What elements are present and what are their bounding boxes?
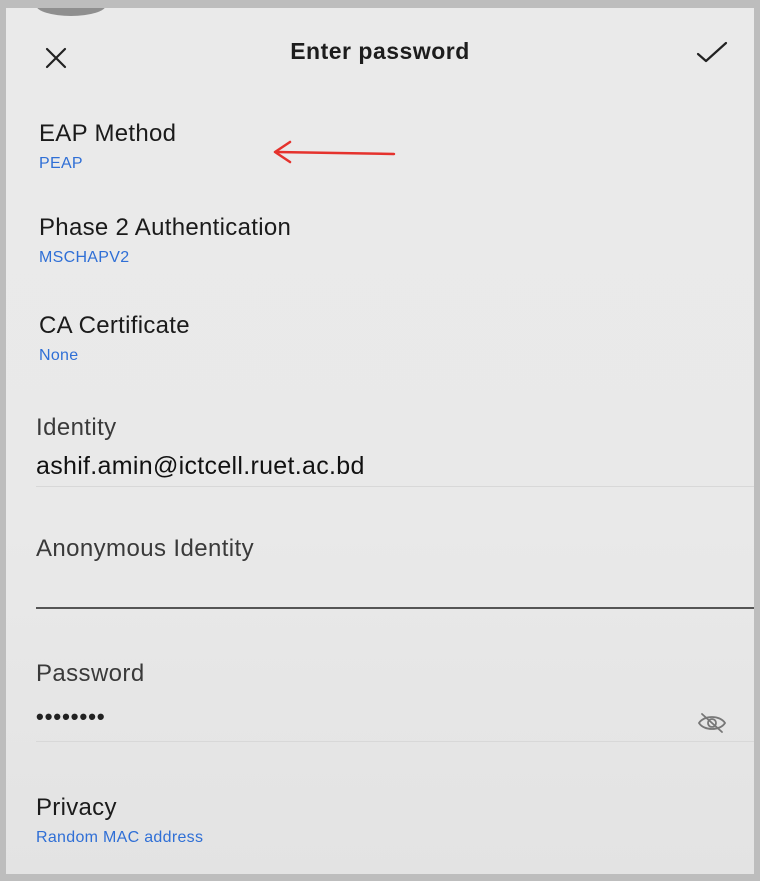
ca-certificate-label: CA Certificate: [39, 312, 190, 339]
password-input[interactable]: ••••••••: [36, 704, 754, 730]
anonymous-identity-underline: [36, 607, 754, 609]
confirm-button[interactable]: [690, 32, 734, 72]
checkmark-icon: [696, 41, 728, 63]
privacy-label: Privacy: [36, 794, 117, 821]
privacy-value: Random MAC address: [36, 829, 204, 846]
arrow-left-icon: [273, 140, 396, 164]
password-field[interactable]: Password ••••••••: [36, 660, 754, 730]
header-bar: Enter password: [6, 8, 754, 98]
privacy-setting[interactable]: Privacy Random MAC address: [36, 794, 754, 847]
anonymous-identity-field[interactable]: Anonymous Identity: [36, 535, 754, 573]
wifi-eap-settings-screen: Enter password EAP Method PEAP Phase 2 A…: [6, 8, 754, 874]
identity-underline: [36, 486, 754, 487]
password-underline: [36, 741, 754, 742]
anonymous-identity-label: Anonymous Identity: [36, 535, 254, 562]
identity-label: Identity: [36, 414, 117, 441]
identity-input[interactable]: ashif.amin@ictcell.ruet.ac.bd: [36, 452, 636, 481]
page-title: Enter password: [290, 38, 470, 64]
phase2-auth-label: Phase 2 Authentication: [39, 214, 292, 241]
phase2-auth-setting[interactable]: Phase 2 Authentication MSCHAPV2: [39, 214, 754, 267]
identity-field[interactable]: Identity ashif.amin@ictcell.ruet.ac.bd: [36, 414, 754, 481]
ca-certificate-value: None: [39, 347, 79, 364]
phase2-auth-value: MSCHAPV2: [39, 249, 130, 266]
password-visibility-toggle[interactable]: [692, 708, 732, 738]
ca-certificate-setting[interactable]: CA Certificate None: [39, 312, 754, 365]
password-label: Password: [36, 660, 145, 687]
eye-off-icon: [697, 713, 727, 733]
